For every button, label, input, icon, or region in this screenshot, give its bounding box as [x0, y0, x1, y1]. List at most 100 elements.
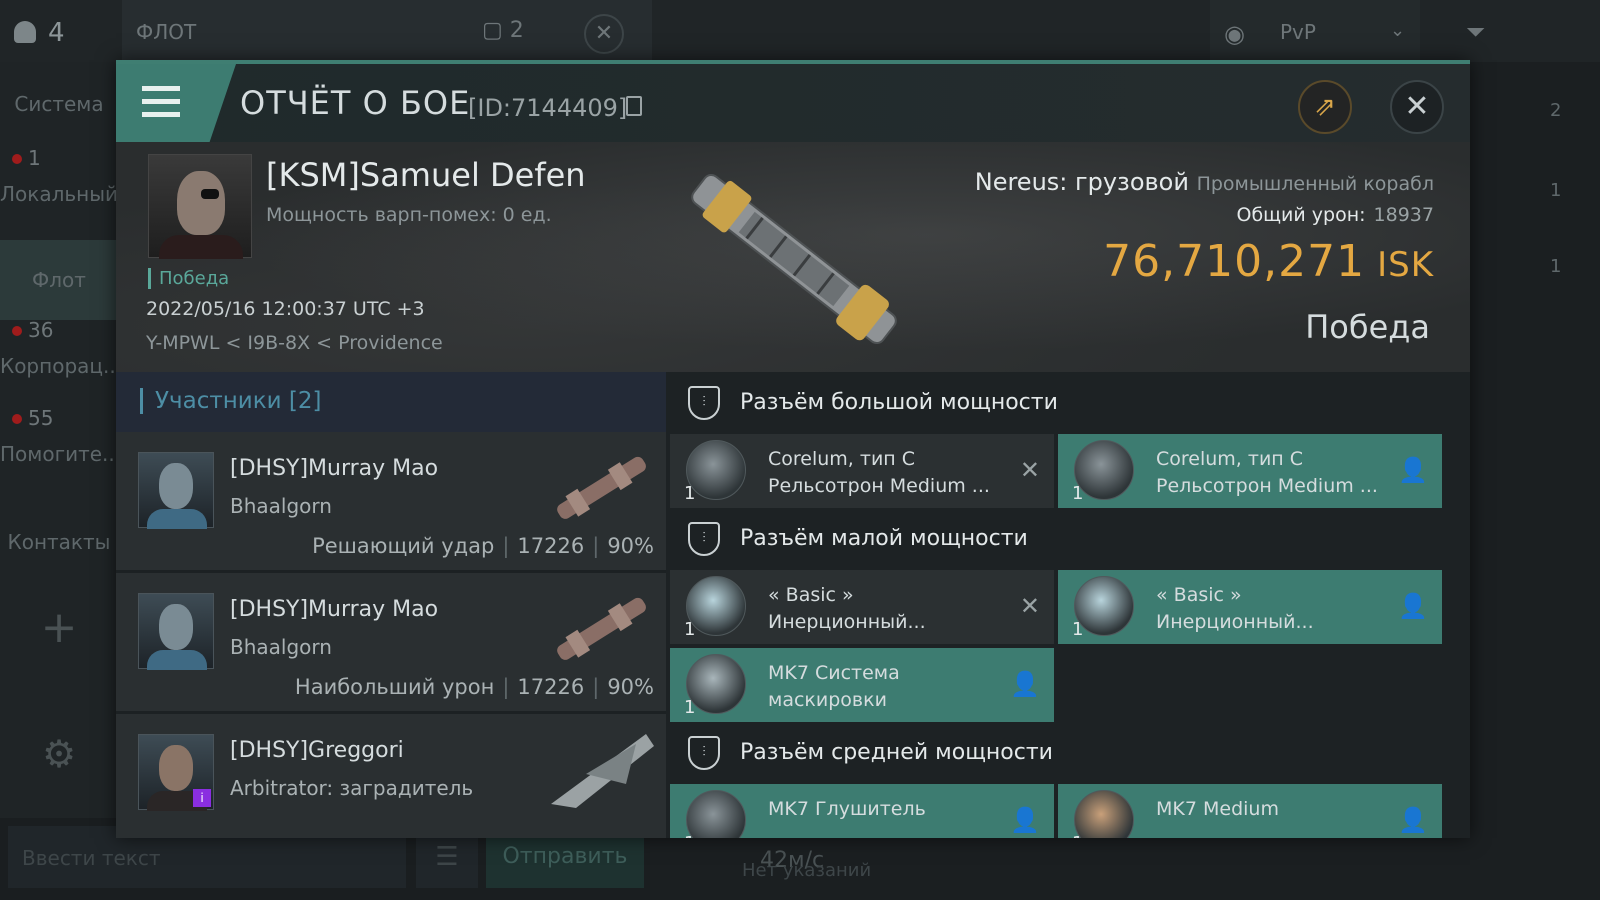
nav-item-system[interactable]: Система: [0, 92, 118, 116]
module-item[interactable]: 1 Corelum, тип C Рельсотрон Medium ... ✕: [670, 434, 1054, 508]
mid-slot-label: Разъём средней мощности: [740, 740, 1053, 765]
isk-unit: ISK: [1377, 245, 1434, 285]
victim-name[interactable]: [KSM]Samuel Defen: [266, 156, 586, 194]
battle-date: 2022/05/16 12:00:37 UTC +3: [146, 298, 425, 320]
participant-row[interactable]: [DHSY]Murray Mao Bhaalgorn Наибольший ур…: [116, 573, 666, 711]
booster-icon: [1074, 790, 1134, 838]
victim-portrait[interactable]: [148, 154, 252, 259]
shield-icon: ⫶: [688, 522, 720, 556]
right-nav-count[interactable]: 1: [1550, 180, 1561, 201]
destroyed-icon: ✕: [1019, 456, 1040, 484]
participant-stats: Наибольший урон | 17226 | 90%: [294, 675, 654, 699]
victim-ship: Nereus: грузовой: [974, 168, 1189, 196]
module-item[interactable]: 1 « Basic » Инерционный... 👤: [1058, 570, 1442, 644]
destroyed-icon: ✕: [1019, 592, 1040, 620]
module-name-line: Corelum, тип C: [768, 448, 916, 470]
right-nav-count[interactable]: 2: [1550, 100, 1561, 121]
module-qty: 1: [684, 697, 696, 718]
dropped-icon: 👤: [1398, 456, 1428, 484]
nav-count-local: 1: [28, 146, 41, 170]
module-name-line: MK7 Глушитель: [768, 798, 926, 820]
participant-damage: 17226: [517, 675, 585, 699]
avatar: [138, 593, 214, 670]
module-qty: 1: [1072, 619, 1084, 640]
copy-icon[interactable]: [626, 96, 642, 116]
participant-ship-image: [557, 456, 646, 519]
victim-ship-class: Промышленный корабл: [1196, 173, 1434, 195]
dropped-icon: 👤: [1010, 670, 1040, 698]
module-item[interactable]: 1 MK7 Система маскировки 👤: [670, 648, 1054, 722]
module-name-line: Corelum, тип C: [1156, 448, 1304, 470]
total-damage: Общий урон: 18937: [1236, 204, 1434, 226]
participant-row[interactable]: i [DHSY]Greggori Arbitrator: заградитель: [116, 714, 666, 838]
participants-label: Участники [2]: [140, 388, 321, 414]
participant-role: Наибольший урон: [294, 675, 495, 699]
module-item[interactable]: 1 MK7 Глушитель 👤: [670, 784, 1054, 838]
nav-item-fleet[interactable]: Флот: [0, 240, 118, 320]
total-damage-value: 18937: [1373, 204, 1434, 226]
module-name-line: « Basic »: [1156, 584, 1242, 606]
module-name: Corelum, тип C Рельсотрон Medium ...: [1156, 446, 1392, 500]
alert-dot: [12, 326, 22, 336]
victim-ship-name[interactable]: Nereus: грузовой Промышленный корабл: [975, 168, 1434, 196]
module-item[interactable]: 1 MK7 Medium 👤: [1058, 784, 1442, 838]
info-badge-icon: i: [193, 789, 211, 807]
add-icon[interactable]: +: [0, 602, 118, 653]
module-name: MK7 Medium: [1156, 796, 1392, 823]
hamburger-icon: [142, 86, 180, 118]
nav-item-help[interactable]: Помогите...: [0, 442, 121, 466]
module-name: « Basic » Инерционный...: [1156, 582, 1392, 636]
nav-item-local[interactable]: Локальный: [0, 182, 118, 206]
participant-row[interactable]: [DHSY]Murray Mao Bhaalgorn Решающий удар…: [116, 432, 666, 570]
module-item[interactable]: 1 « Basic » Инерционный... ✕: [670, 570, 1054, 644]
pvp-filter[interactable]: ◉ PvP ⌄: [1210, 0, 1420, 62]
avatar: i: [138, 734, 214, 811]
eye-icon: ◉: [1224, 20, 1245, 48]
fleet-squad-number: 2: [509, 18, 524, 43]
participant-ship: Arbitrator: заградитель: [230, 776, 474, 800]
participants-header: Участники [2]: [116, 372, 666, 432]
low-slot-label: Разъём малой мощности: [740, 526, 1028, 551]
speed-note: Нет указаний: [742, 860, 872, 881]
close-icon: ✕: [1404, 89, 1430, 124]
report-id: [ID:7144409]: [468, 94, 628, 122]
alert-dot: [12, 154, 22, 164]
fleet-members[interactable]: 4: [14, 18, 65, 48]
top-bar: 4 ФЛОТ ▢ 2 ✕ ◉ PvP ⌄ ⏷: [0, 0, 1600, 62]
victim-ship-image[interactable]: [664, 154, 924, 364]
nav-item-contacts[interactable]: Контакты: [0, 530, 118, 554]
battle-location[interactable]: Y-MPWL < I9B-8X < Providence: [146, 332, 443, 354]
close-button[interactable]: ✕: [1390, 80, 1444, 134]
participants-panel: Участники [2] [DHSY]Murray Mao Bhaalgorn…: [116, 372, 666, 838]
close-icon[interactable]: ✕: [584, 14, 624, 54]
participant-percent: 90%: [607, 675, 654, 699]
participant-name: [DHSY]Murray Mao: [230, 597, 439, 622]
result-tag: Победа: [148, 268, 229, 289]
participant-ship-image: [551, 734, 654, 808]
participant-ship: Bhaalgorn: [230, 494, 332, 518]
module-name-line: Инерционный...: [1156, 611, 1314, 633]
gear-icon[interactable]: ⚙: [0, 732, 118, 776]
module-item[interactable]: 1 Corelum, тип C Рельсотрон Medium ... 👤: [1058, 434, 1442, 508]
module-name-line: Рельсотрон Medium ...: [1156, 475, 1378, 497]
filter-icon[interactable]: ⏷: [1466, 18, 1485, 46]
nav-item-corp[interactable]: Корпорац...: [0, 354, 122, 378]
person-icon: [14, 21, 36, 43]
warp-disruption: Мощность варп-помех: 0 ед.: [266, 204, 552, 226]
module-qty: 1: [1072, 833, 1083, 838]
isk-value: 76,710,271 ISK: [1103, 236, 1434, 287]
share-button[interactable]: ⇗: [1298, 80, 1352, 134]
dropped-icon: 👤: [1010, 806, 1040, 834]
high-slot-header: ⫶ Разъём большой мощности: [666, 372, 1470, 434]
nav-count-corp: 36: [28, 318, 54, 342]
dropped-icon: 👤: [1398, 592, 1428, 620]
menu-button[interactable]: [116, 64, 236, 142]
fleet-squad-count: ▢ 2: [482, 18, 524, 43]
battle-report-modal: ОТЧЁТ О БОЕ [ID:7144409] ⇗ ✕ [KSM]Samuel…: [116, 60, 1470, 838]
right-nav-count[interactable]: 1: [1550, 256, 1561, 277]
isk-amount: 76,710,271: [1103, 236, 1366, 287]
module-name-line: Инерционный...: [768, 611, 926, 633]
module-name-line: маскировки: [768, 689, 887, 711]
nav-count-help: 55: [28, 406, 54, 430]
fleet-tab[interactable]: ФЛОТ ▢ 2 ✕: [122, 0, 652, 62]
